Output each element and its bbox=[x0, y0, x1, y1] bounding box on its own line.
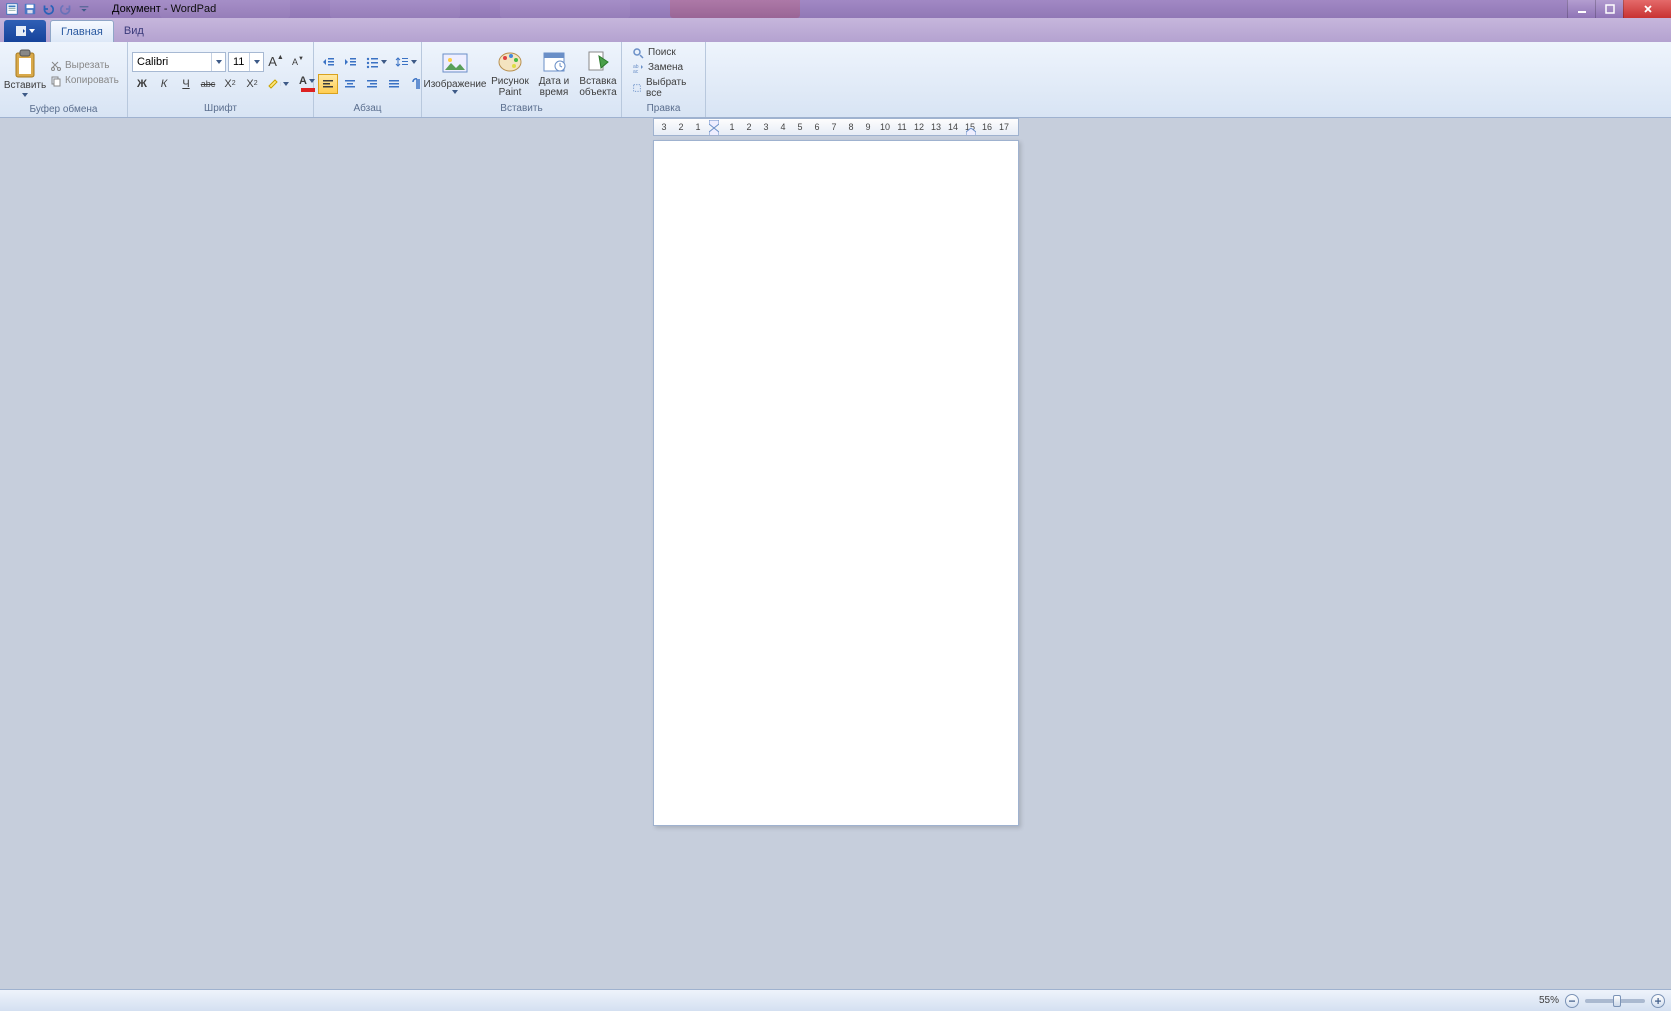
italic-button[interactable]: К bbox=[154, 74, 174, 94]
cut-label: Вырезать bbox=[65, 60, 109, 71]
object-icon bbox=[584, 48, 612, 74]
ribbon-tabs: Главная Вид bbox=[0, 18, 1671, 42]
find-label: Поиск bbox=[648, 47, 676, 58]
paste-button[interactable]: Вставить bbox=[4, 44, 46, 102]
highlighter-icon bbox=[266, 77, 280, 91]
zoom-out-button[interactable] bbox=[1565, 994, 1579, 1008]
bullet-list-button[interactable] bbox=[362, 52, 390, 72]
find-button[interactable]: Поиск bbox=[626, 46, 701, 60]
insert-paint-label: Рисунок Paint bbox=[488, 76, 532, 98]
save-icon[interactable] bbox=[22, 1, 38, 17]
insert-object-button[interactable]: Вставка объекта bbox=[576, 44, 620, 102]
insert-image-button[interactable]: Изображение bbox=[422, 44, 488, 102]
group-editing-label: Правка bbox=[622, 103, 705, 117]
copy-label: Копировать bbox=[65, 75, 119, 86]
insert-image-label: Изображение bbox=[424, 79, 487, 90]
font-size-combo[interactable]: 11 bbox=[228, 52, 264, 72]
zoom-slider[interactable] bbox=[1585, 999, 1645, 1003]
zoom-slider-thumb[interactable] bbox=[1613, 995, 1621, 1007]
undo-icon[interactable] bbox=[40, 1, 56, 17]
chevron-down-icon bbox=[452, 90, 458, 94]
increase-indent-button[interactable] bbox=[340, 52, 360, 72]
select-all-button[interactable]: Выбрать все bbox=[626, 76, 701, 100]
chevron-down-icon bbox=[249, 53, 263, 71]
background-browser-tabs bbox=[160, 0, 800, 18]
replace-button[interactable]: abac Замена bbox=[626, 61, 701, 75]
wordpad-icon bbox=[4, 1, 20, 17]
underline-button[interactable]: Ч bbox=[176, 74, 196, 94]
align-left-button[interactable] bbox=[318, 74, 338, 94]
insert-datetime-button[interactable]: Дата и время bbox=[532, 44, 576, 102]
tab-home-label: Главная bbox=[61, 26, 103, 38]
paint-icon bbox=[496, 48, 524, 74]
font-family-combo[interactable]: Calibri bbox=[132, 52, 226, 72]
group-clipboard-label: Буфер обмена bbox=[0, 104, 127, 117]
decrease-indent-button[interactable] bbox=[318, 52, 338, 72]
zoom-in-button[interactable] bbox=[1651, 994, 1665, 1008]
group-insert-label: Вставить bbox=[422, 103, 621, 117]
chevron-down-icon bbox=[22, 93, 28, 97]
horizontal-ruler[interactable]: 3211234567891011121314151617 bbox=[653, 118, 1019, 136]
statusbar: 55% bbox=[0, 989, 1671, 1011]
ruler-area: 3211234567891011121314151617 bbox=[0, 118, 1671, 138]
line-spacing-button[interactable] bbox=[392, 52, 420, 72]
group-font-label: Шрифт bbox=[128, 103, 313, 117]
zoom-level: 55% bbox=[1539, 995, 1559, 1006]
bold-button[interactable]: Ж bbox=[132, 74, 152, 94]
titlebar: Документ - WordPad bbox=[0, 0, 1671, 18]
strikethrough-button[interactable]: abc bbox=[198, 74, 218, 94]
svg-text:ac: ac bbox=[633, 69, 639, 74]
copy-button[interactable]: Копировать bbox=[46, 74, 123, 88]
font-size-value: 11 bbox=[233, 56, 244, 68]
copy-icon bbox=[50, 75, 62, 87]
font-family-value: Calibri bbox=[137, 56, 168, 68]
align-right-button[interactable] bbox=[362, 74, 382, 94]
tab-view[interactable]: Вид bbox=[114, 20, 154, 42]
right-indent-marker-icon[interactable] bbox=[966, 128, 976, 136]
paste-icon bbox=[12, 49, 38, 79]
document-area bbox=[0, 138, 1671, 987]
image-icon bbox=[441, 51, 469, 77]
subscript-button[interactable]: X2 bbox=[220, 74, 240, 94]
maximize-button[interactable] bbox=[1595, 0, 1623, 18]
chevron-down-icon bbox=[211, 53, 225, 71]
shrink-font-button[interactable]: A▼ bbox=[288, 52, 308, 72]
replace-icon: abac bbox=[632, 62, 644, 74]
insert-paint-button[interactable]: Рисунок Paint bbox=[488, 44, 532, 102]
replace-label: Замена bbox=[648, 62, 683, 73]
insert-object-label: Вставка объекта bbox=[576, 76, 620, 98]
selectall-label: Выбрать все bbox=[646, 77, 695, 99]
tab-home[interactable]: Главная bbox=[50, 20, 114, 42]
align-justify-button[interactable] bbox=[384, 74, 404, 94]
scissors-icon bbox=[50, 60, 62, 72]
close-button[interactable] bbox=[1623, 0, 1671, 18]
app-menu-button[interactable] bbox=[4, 20, 46, 42]
document-page[interactable] bbox=[653, 140, 1019, 826]
indent-marker-icon[interactable] bbox=[709, 120, 719, 136]
superscript-button[interactable]: X2 bbox=[242, 74, 262, 94]
paste-label: Вставить bbox=[4, 81, 46, 91]
insert-datetime-label: Дата и время bbox=[532, 76, 576, 98]
qat-customize-icon[interactable] bbox=[76, 1, 92, 17]
ribbon: Вставить Вырезать Копировать Буфер обмен… bbox=[0, 42, 1671, 118]
highlight-button[interactable] bbox=[264, 74, 292, 94]
search-icon bbox=[632, 47, 644, 59]
select-all-icon bbox=[632, 82, 642, 94]
cut-button[interactable]: Вырезать bbox=[46, 59, 123, 73]
align-center-button[interactable] bbox=[340, 74, 360, 94]
tab-view-label: Вид bbox=[124, 25, 144, 37]
group-paragraph-label: Абзац bbox=[314, 103, 421, 117]
calendar-icon bbox=[540, 48, 568, 74]
redo-icon[interactable] bbox=[58, 1, 74, 17]
minimize-button[interactable] bbox=[1567, 0, 1595, 18]
grow-font-button[interactable]: A▲ bbox=[266, 52, 286, 72]
